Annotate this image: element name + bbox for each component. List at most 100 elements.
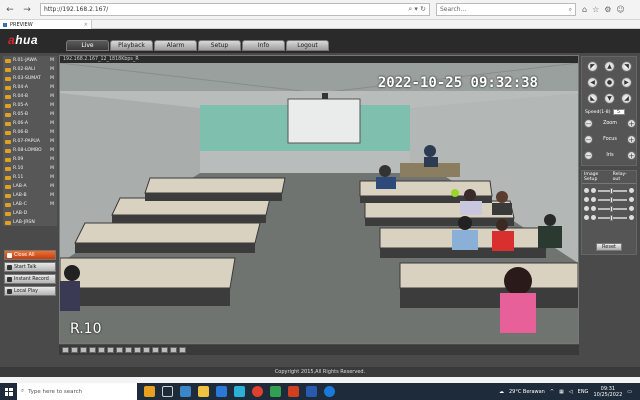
clock[interactable]: 09:31 10/25/2022 xyxy=(593,386,622,398)
camera-item[interactable]: R.06-A M xyxy=(3,119,57,128)
chrome-icon[interactable] xyxy=(252,386,263,397)
ie-icon[interactable] xyxy=(324,386,335,397)
tab-info[interactable]: Info xyxy=(242,40,285,51)
close-all-button[interactable]: Close All xyxy=(4,250,56,260)
brightness-slider[interactable] xyxy=(584,187,634,194)
layout-4-icon[interactable] xyxy=(71,347,78,353)
layout-9-icon[interactable] xyxy=(89,347,96,353)
file-explorer-icon[interactable] xyxy=(198,386,209,397)
contrast-slider[interactable] xyxy=(584,196,634,203)
tab-relay-out[interactable]: Relay-out xyxy=(613,172,634,182)
ratio-icon[interactable] xyxy=(170,347,177,353)
volume-icon[interactable]: ◁ xyxy=(569,389,573,395)
browser-search-input[interactable]: Search... ⌕ xyxy=(436,3,576,16)
audio-icon[interactable] xyxy=(143,347,150,353)
tab-setup[interactable]: Setup xyxy=(198,40,241,51)
iris-close-button[interactable]: − xyxy=(584,151,593,160)
instant-record-button[interactable]: Instant Record xyxy=(4,274,56,284)
layout-custom-icon[interactable] xyxy=(107,347,114,353)
start-talk-button[interactable]: Start Talk xyxy=(4,262,56,272)
record-toolbar-icon[interactable] xyxy=(134,347,141,353)
pan-up-right-icon[interactable]: ◥ xyxy=(621,61,632,72)
tab-playback[interactable]: Playback xyxy=(110,40,153,51)
store-icon[interactable] xyxy=(180,386,191,397)
refresh-icon[interactable]: ⌕ ▾ ↻ xyxy=(408,5,426,14)
layout-16-icon[interactable] xyxy=(98,347,105,353)
speed-select[interactable]: 5 xyxy=(612,109,625,115)
edge-icon[interactable] xyxy=(234,386,245,397)
forward-icon[interactable]: → xyxy=(20,3,34,17)
pan-down-left-icon[interactable]: ◣ xyxy=(587,93,598,104)
camera-item[interactable]: R.10 M xyxy=(3,164,57,173)
pan-left-icon[interactable]: ◀ xyxy=(587,77,598,88)
taskbar-search-box[interactable]: ⌕ Type here to search xyxy=(17,383,137,400)
fullscreen-icon[interactable] xyxy=(80,347,87,353)
gear-icon[interactable]: ⚙ xyxy=(604,5,611,14)
smiley-icon[interactable]: ☺ xyxy=(616,5,624,14)
iris-label: Iris xyxy=(606,153,614,158)
zoom-in-button[interactable]: + xyxy=(627,119,636,128)
tab-alarm[interactable]: Alarm xyxy=(154,40,197,51)
camera-item[interactable]: R.02-BALI M xyxy=(3,65,57,74)
live-video-feed[interactable]: 2022-10-25 09:32:38 R.10 xyxy=(60,63,578,343)
network-icon[interactable]: ▦ xyxy=(559,389,564,395)
mail-icon[interactable] xyxy=(216,386,227,397)
camera-item[interactable]: R.05-A M xyxy=(3,101,57,110)
stream-icon[interactable] xyxy=(161,347,168,353)
reset-button[interactable]: Reset xyxy=(596,243,622,251)
pan-down-icon[interactable]: ▼ xyxy=(604,93,615,104)
snapshot-icon[interactable] xyxy=(125,347,132,353)
camera-item[interactable]: R.05-B M xyxy=(3,110,57,119)
pan-up-icon[interactable]: ▲ xyxy=(604,61,615,72)
word-icon[interactable] xyxy=(306,386,317,397)
focus-near-button[interactable]: − xyxy=(584,135,593,144)
pan-down-right-icon[interactable]: ◢ xyxy=(621,93,632,104)
close-window-icon[interactable] xyxy=(179,347,186,353)
focus-far-button[interactable]: + xyxy=(626,135,636,144)
widget-icon[interactable] xyxy=(144,386,155,397)
back-icon[interactable]: ← xyxy=(3,3,17,17)
close-tab-icon[interactable]: × xyxy=(84,22,88,28)
camera-item[interactable]: R.04-B M xyxy=(3,92,57,101)
browser-tab[interactable]: PREVIEW × xyxy=(0,20,92,29)
pan-up-left-icon[interactable]: ◤ xyxy=(587,61,598,72)
camera-item[interactable]: R.11 M xyxy=(3,173,57,182)
tab-live[interactable]: Live xyxy=(66,40,109,51)
local-play-button[interactable]: Local Play xyxy=(4,286,56,296)
camera-item[interactable]: LAB-B M xyxy=(3,191,57,200)
camera-item[interactable]: R.06-B M xyxy=(3,128,57,137)
tab-image-setup[interactable]: Image Setup xyxy=(584,172,613,182)
camera-item[interactable]: R.01-JAWA M xyxy=(3,56,57,65)
language-indicator[interactable]: ENG xyxy=(578,389,589,395)
layout-1-icon[interactable] xyxy=(62,347,69,353)
camera-item[interactable]: LAB-C M xyxy=(3,200,57,209)
camera-item[interactable]: R.03-SUMAT M xyxy=(3,74,57,83)
weather-text[interactable]: 29°C Berawan xyxy=(509,389,545,395)
zoom-out-button[interactable]: − xyxy=(584,119,593,128)
home-icon[interactable]: ⌂ xyxy=(582,5,587,14)
camera-item[interactable]: R.08-LOMBO M xyxy=(3,146,57,155)
star-icon[interactable]: ☆ xyxy=(592,5,599,14)
camera-item[interactable]: R.07-PAPUA M xyxy=(3,137,57,146)
powerpoint-icon[interactable] xyxy=(288,386,299,397)
camera-item[interactable]: R.04-A M xyxy=(3,83,57,92)
chevron-up-icon[interactable]: ^ xyxy=(550,389,554,395)
camera-item[interactable]: LAB-JRSN xyxy=(3,218,57,226)
iris-open-button[interactable]: + xyxy=(627,151,636,160)
address-bar[interactable]: http://192.168.2.167/ ⌕ ▾ ↻ xyxy=(40,3,430,16)
video-window[interactable]: 192.168.2.167_12_1818Kbps_R 2022-10-25 0… xyxy=(59,55,579,344)
saturation-slider[interactable] xyxy=(584,214,634,221)
camera-item[interactable]: LAB-D xyxy=(3,209,57,218)
excel-icon[interactable] xyxy=(270,386,281,397)
notification-icon[interactable]: ▭ xyxy=(627,389,632,395)
layout-alt-icon[interactable] xyxy=(116,347,123,353)
camera-item[interactable]: R.09 M xyxy=(3,155,57,164)
windows-start-button[interactable] xyxy=(0,383,17,400)
ptz-center-icon[interactable]: ● xyxy=(604,77,615,88)
pan-right-icon[interactable]: ▶ xyxy=(621,77,632,88)
zoom-icon[interactable] xyxy=(152,347,159,353)
tab-logout[interactable]: Logout xyxy=(286,40,329,51)
camera-item[interactable]: LAB-A M xyxy=(3,182,57,191)
task-view-icon[interactable] xyxy=(162,386,173,397)
hue-slider[interactable] xyxy=(584,205,634,212)
